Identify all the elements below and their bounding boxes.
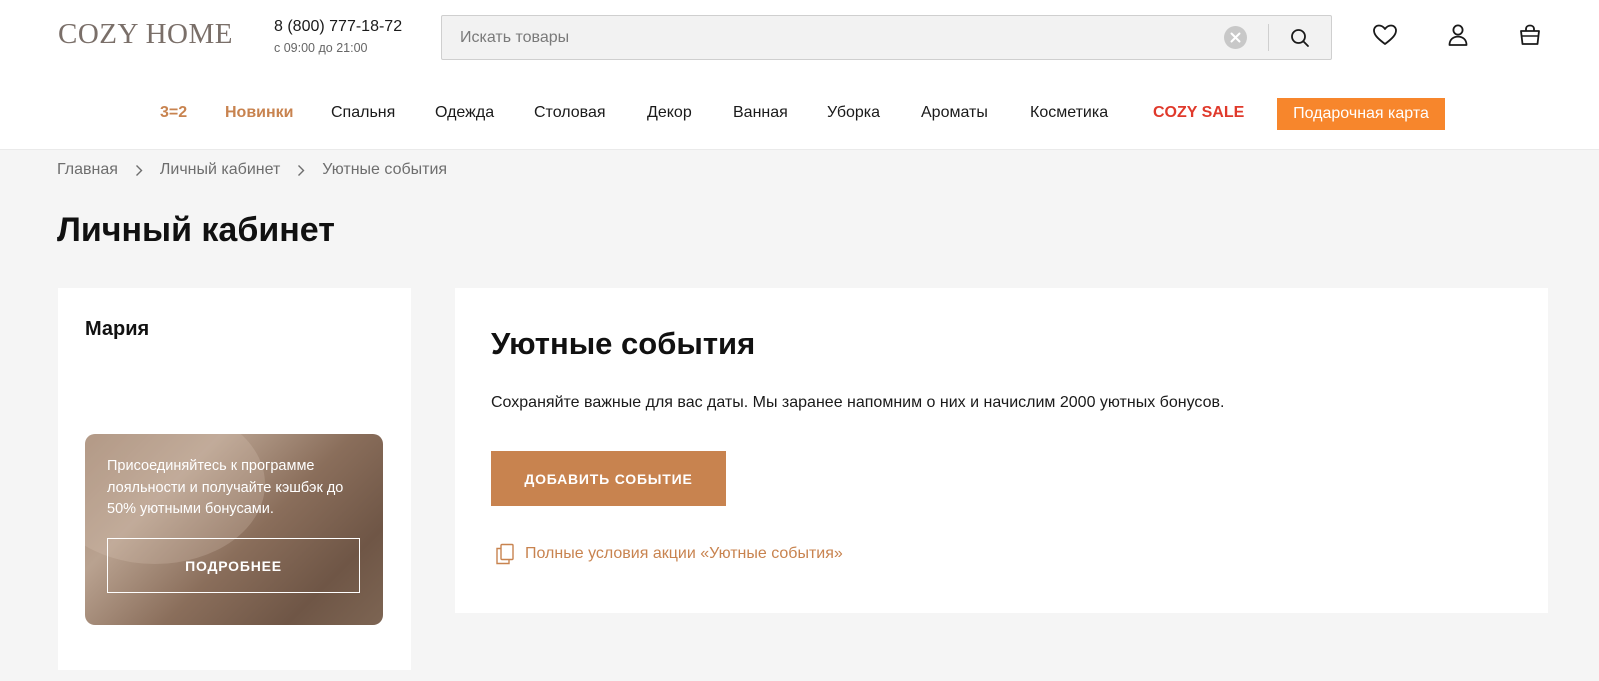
nav-item-bathroom[interactable]: Ванная — [733, 104, 788, 122]
search-box — [441, 15, 1332, 60]
nav-item-cleaning[interactable]: Уборка — [827, 104, 880, 122]
nav-item-cosmetics[interactable]: Косметика — [1030, 104, 1108, 122]
search-divider — [1268, 24, 1269, 51]
loyalty-promo-card: Присоединяйтесь к программе лояльности и… — [85, 434, 383, 625]
nav-item-dining[interactable]: Столовая — [534, 104, 606, 122]
add-event-button[interactable]: ДОБАВИТЬ СОБЫТИЕ — [491, 451, 726, 506]
nav-item-3-2[interactable]: 3=2 — [160, 104, 187, 122]
working-hours: с 09:00 до 21:00 — [274, 41, 368, 55]
nav-item-new[interactable]: Новинки — [225, 104, 294, 122]
shopping-bag-icon[interactable] — [1517, 22, 1543, 48]
account-sidebar: Мария Присоединяйтесь к программе лояльн… — [58, 288, 411, 670]
chevron-right-icon — [118, 164, 160, 177]
breadcrumb: Главная Личный кабинет Уютные события — [57, 161, 447, 179]
main-navigation: 3=2 Новинки Спальня Одежда Столовая Деко… — [0, 97, 1599, 131]
gift-card-button[interactable]: Подарочная карта — [1277, 98, 1445, 130]
page-title: Личный кабинет — [57, 211, 335, 249]
section-description: Сохраняйте важные для вас даты. Мы заран… — [491, 394, 1225, 411]
chevron-right-icon — [280, 164, 322, 177]
clear-icon[interactable] — [1224, 26, 1247, 49]
user-name: Мария — [85, 318, 150, 340]
terms-link[interactable]: Полные условия акции «Уютные события» — [495, 543, 843, 565]
breadcrumb-current: Уютные события — [322, 161, 448, 178]
cozy-events-panel: Уютные события Сохраняйте важные для вас… — [455, 288, 1548, 613]
heart-icon[interactable] — [1372, 22, 1398, 48]
document-copy-icon — [495, 543, 515, 565]
logo[interactable]: COZY HOME — [58, 18, 233, 51]
site-header: COZY HOME 8 (800) 777-18-72 с 09:00 до 2… — [0, 0, 1599, 150]
user-icon[interactable] — [1445, 22, 1471, 48]
nav-item-clothing[interactable]: Одежда — [435, 104, 494, 122]
promo-text: Присоединяйтесь к программе лояльности и… — [107, 458, 344, 517]
terms-link-label: Полные условия акции «Уютные события» — [525, 545, 843, 562]
more-details-button[interactable]: ПОДРОБНЕЕ — [107, 538, 360, 593]
breadcrumb-home[interactable]: Главная — [57, 161, 118, 179]
nav-item-decor[interactable]: Декор — [647, 104, 692, 122]
search-icon[interactable] — [1285, 24, 1315, 52]
section-title: Уютные события — [491, 326, 756, 361]
nav-item-aromas[interactable]: Ароматы — [921, 104, 988, 122]
phone-number[interactable]: 8 (800) 777-18-72 — [274, 18, 402, 36]
nav-item-bedroom[interactable]: Спальня — [331, 104, 395, 122]
nav-item-cozy-sale[interactable]: COZY SALE — [1153, 104, 1244, 122]
search-input[interactable] — [442, 16, 1202, 59]
breadcrumb-account[interactable]: Личный кабинет — [160, 161, 280, 179]
